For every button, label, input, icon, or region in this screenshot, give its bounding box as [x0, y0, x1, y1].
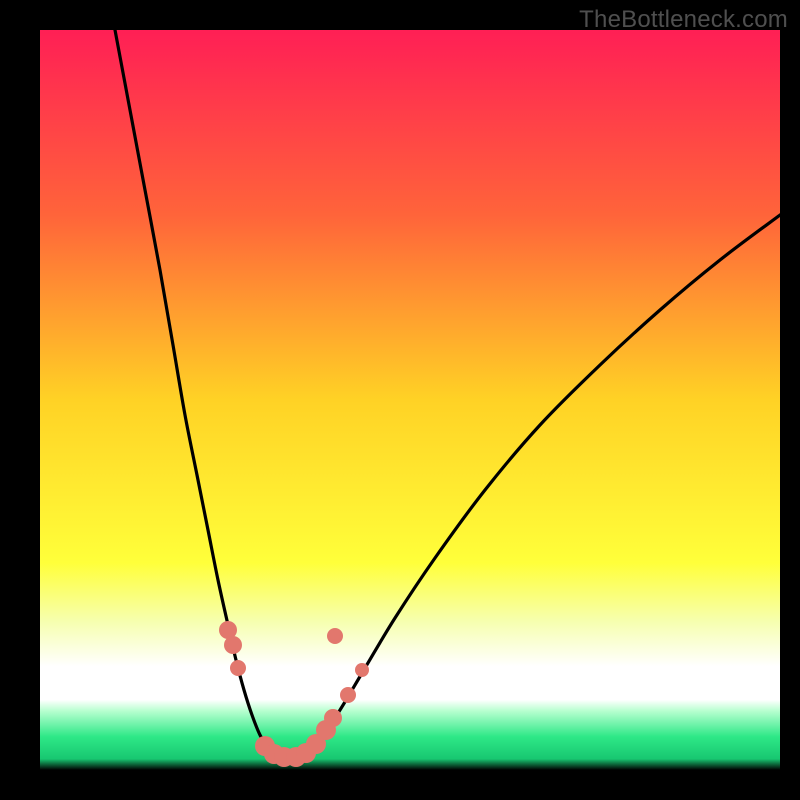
data-marker: [340, 687, 356, 703]
watermark-text: TheBottleneck.com: [579, 6, 788, 34]
data-marker: [355, 663, 369, 677]
data-marker: [324, 709, 342, 727]
data-marker: [327, 628, 343, 644]
chart-frame: TheBottleneck.com: [0, 0, 800, 800]
data-marker: [230, 660, 246, 676]
gradient-background: [40, 30, 780, 770]
chart-svg: [40, 30, 780, 770]
plot-area: [40, 30, 780, 770]
data-marker: [224, 636, 242, 654]
